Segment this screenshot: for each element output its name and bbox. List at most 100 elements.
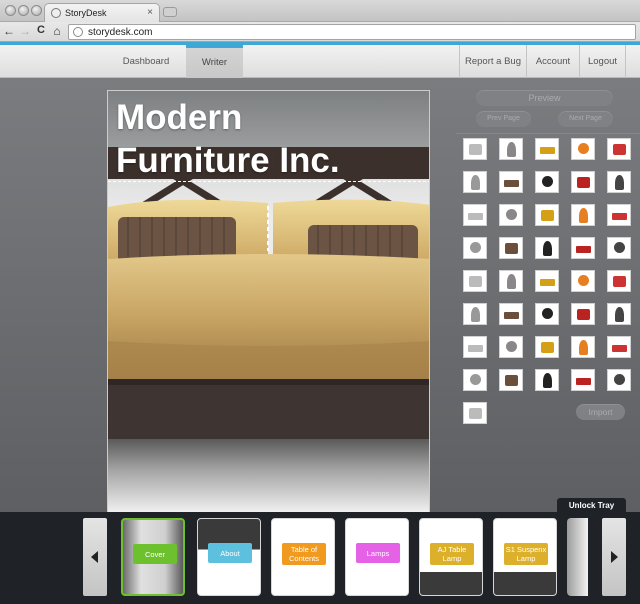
forward-icon[interactable]: → — [18, 24, 32, 38]
prev-page-button[interactable]: Prev Page — [476, 111, 531, 127]
nav-dashboard[interactable]: Dashboard — [110, 45, 182, 78]
tray-card-partial[interactable] — [567, 518, 588, 596]
zoom-window-button[interactable] — [31, 5, 42, 16]
nav-divider — [625, 45, 626, 78]
image-thumbnail[interactable] — [463, 138, 487, 160]
image-thumbnail[interactable] — [499, 237, 523, 259]
panel-divider — [456, 133, 640, 134]
image-thumbnail[interactable] — [535, 204, 559, 226]
tray-page-card[interactable]: AJ Table Lamp — [419, 518, 483, 596]
image-thumbnail[interactable] — [571, 369, 595, 391]
image-thumbnail[interactable] — [571, 336, 595, 358]
tab-title: StoryDesk — [65, 8, 107, 18]
address-bar[interactable]: storydesk.com — [68, 24, 636, 40]
image-thumbnail[interactable] — [607, 204, 631, 226]
tray-page-card[interactable]: S1 Suspenx Lamp — [493, 518, 557, 596]
tray-card-label: AJ Table Lamp — [430, 543, 474, 565]
thumbnail-image — [578, 143, 589, 154]
image-thumbnail[interactable] — [607, 171, 631, 193]
image-thumbnail[interactable] — [463, 336, 487, 358]
thumbnail-image — [507, 142, 516, 157]
tray-left-button[interactable] — [83, 518, 107, 596]
browser-tab[interactable]: StoryDesk × — [44, 3, 160, 22]
image-thumbnail[interactable] — [571, 171, 595, 193]
tray-card-label: Cover — [133, 544, 177, 564]
back-icon[interactable]: ← — [2, 24, 16, 38]
chevron-right-icon — [611, 551, 618, 563]
image-thumbnail[interactable] — [607, 303, 631, 325]
thumbnail-image — [542, 176, 553, 187]
nav-account[interactable]: Account — [527, 45, 579, 78]
nav-writer[interactable]: Writer — [186, 45, 243, 78]
page-canvas[interactable]: Modern Furniture Inc. — [107, 90, 430, 514]
image-thumbnail[interactable] — [535, 138, 559, 160]
reload-icon[interactable]: C — [34, 24, 48, 36]
image-thumbnail[interactable] — [535, 303, 559, 325]
import-button[interactable]: Import — [576, 404, 625, 420]
image-thumbnail[interactable] — [463, 369, 487, 391]
image-thumbnail[interactable] — [607, 138, 631, 160]
tray-right-button[interactable] — [602, 518, 626, 596]
image-thumbnail[interactable] — [571, 270, 595, 292]
image-thumbnail[interactable] — [499, 138, 523, 160]
image-thumbnail[interactable] — [607, 270, 631, 292]
thumbnail-image — [506, 341, 517, 352]
url-text: storydesk.com — [88, 27, 153, 38]
thumbnail-image — [542, 308, 553, 319]
thumbnail-image — [576, 246, 591, 253]
image-thumbnail[interactable] — [499, 336, 523, 358]
image-thumbnail[interactable] — [463, 270, 487, 292]
image-thumbnail[interactable] — [571, 204, 595, 226]
image-thumbnail[interactable] — [499, 204, 523, 226]
tray-page-card[interactable]: Lamps — [345, 518, 409, 596]
nav-report-bug[interactable]: Report a Bug — [460, 45, 526, 78]
image-thumbnail[interactable] — [499, 171, 523, 193]
minimize-window-button[interactable] — [18, 5, 29, 16]
thumbnail-image — [505, 243, 518, 254]
nav-logout[interactable]: Logout — [580, 45, 625, 78]
home-icon[interactable]: ⌂ — [50, 24, 64, 38]
browser-toolbar: ← → C ⌂ storydesk.com — [0, 22, 640, 42]
image-thumbnail[interactable] — [571, 237, 595, 259]
thumbnail-image — [578, 275, 589, 286]
preview-button[interactable]: Preview — [476, 90, 613, 106]
thumbnail-image — [470, 242, 481, 253]
tray-page-card[interactable]: Cover — [121, 518, 185, 596]
close-window-button[interactable] — [5, 5, 16, 16]
thumbnail-image — [577, 309, 590, 320]
image-thumbnail[interactable] — [463, 171, 487, 193]
text-box-guide — [108, 181, 429, 182]
image-thumbnail[interactable] — [463, 237, 487, 259]
thumbnail-image — [468, 345, 483, 352]
thumbnail-image — [614, 374, 625, 385]
image-thumbnail[interactable] — [607, 336, 631, 358]
image-thumbnail[interactable] — [535, 171, 559, 193]
next-page-button[interactable]: Next Page — [558, 111, 613, 127]
image-thumbnail[interactable] — [499, 303, 523, 325]
image-thumbnail[interactable] — [535, 270, 559, 292]
tray-card-label: S1 Suspenx Lamp — [504, 543, 548, 565]
image-thumbnail[interactable] — [499, 369, 523, 391]
page-headline[interactable]: Modern Furniture Inc. — [116, 96, 340, 182]
image-thumbnail[interactable] — [463, 303, 487, 325]
tray-page-card[interactable]: About — [197, 518, 261, 596]
thumbnail-image — [470, 374, 481, 385]
image-thumbnail[interactable] — [571, 303, 595, 325]
image-thumbnail[interactable] — [463, 204, 487, 226]
image-thumbnail[interactable] — [607, 369, 631, 391]
image-thumbnail[interactable] — [535, 336, 559, 358]
image-thumbnail[interactable] — [571, 138, 595, 160]
browser-tab-bar: StoryDesk × — [0, 0, 640, 22]
thumbnail-image — [614, 242, 625, 253]
thumbnail-image — [613, 276, 626, 287]
thumbnail-image — [541, 210, 554, 221]
new-tab-button[interactable] — [163, 7, 177, 17]
image-thumbnail[interactable] — [463, 402, 487, 424]
image-thumbnail[interactable] — [535, 369, 559, 391]
image-thumbnail[interactable] — [535, 237, 559, 259]
tray-page-card[interactable]: Table of Contents — [271, 518, 335, 596]
image-thumbnail[interactable] — [607, 237, 631, 259]
image-thumbnail[interactable] — [499, 270, 523, 292]
tab-close-icon[interactable]: × — [147, 7, 153, 18]
thumbnail-image — [469, 276, 482, 287]
